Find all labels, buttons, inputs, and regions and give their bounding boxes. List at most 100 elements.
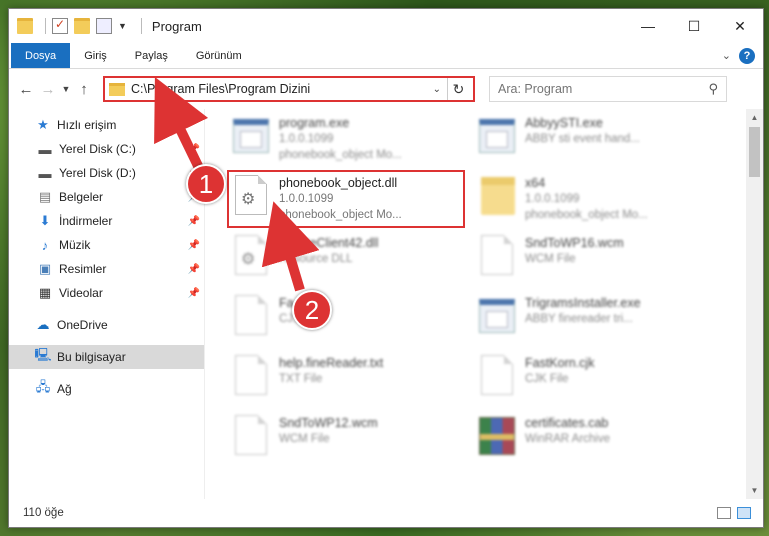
- tab-home[interactable]: Giriş: [70, 43, 121, 68]
- separator: [45, 18, 46, 34]
- sidebar-item-documents[interactable]: ▤ Belgeler 📌: [9, 185, 204, 209]
- file-name: help.fineReader.txt: [279, 356, 384, 370]
- address-bar[interactable]: C:\Program Files\Program Dizini ⌄ ↻: [103, 76, 475, 102]
- address-dropdown-icon[interactable]: ⌄: [427, 84, 447, 95]
- sidebar-item-local-disk-c[interactable]: ▬ Yerel Disk (C:) 📌: [9, 137, 204, 161]
- sidebar-item-network[interactable]: 🖧 Ağ: [9, 377, 204, 401]
- file-item[interactable]: AbbyySTI.exe ABBY sti event hand...: [477, 111, 713, 163]
- minimize-button[interactable]: —: [625, 9, 671, 43]
- step-2-callout: 2: [292, 290, 332, 330]
- sidebar-item-label: Ağ: [57, 382, 72, 396]
- status-bar: 110 öğe: [9, 499, 763, 527]
- sidebar-item-label: Bu bilgisayar: [57, 350, 126, 364]
- vertical-scrollbar[interactable]: ▲ ▼: [746, 109, 763, 499]
- file-item[interactable]: x64 1.0.0.1099 phonebook_object Mo...: [477, 171, 713, 223]
- sidebar-item-label: Videolar: [59, 286, 103, 300]
- file-description: ABBY finereader tri...: [525, 313, 633, 325]
- sidebar-item-videos[interactable]: ▦ Videolar 📌: [9, 281, 204, 305]
- file-item[interactable]: program.exe 1.0.0.1099 phonebook_object …: [231, 111, 467, 163]
- scroll-up-icon[interactable]: ▲: [746, 109, 763, 126]
- forward-button[interactable]: →: [37, 81, 59, 98]
- folder-icon: [477, 175, 517, 219]
- dll-icon: ⚙: [231, 235, 271, 279]
- file-item[interactable]: FastKorn.cjk CJK File: [477, 351, 713, 403]
- file-explorer-window: ▼ Program — ☐ ✕ Dosya Giriş Paylaş Görün…: [8, 8, 764, 528]
- file-name: TrigramsInstaller.exe: [525, 296, 641, 310]
- search-input[interactable]: [498, 82, 709, 96]
- tiles-view-icon[interactable]: [737, 507, 751, 519]
- sidebar-item-quick-access[interactable]: ★ Hızlı erişim: [9, 113, 204, 137]
- scroll-down-icon[interactable]: ▼: [746, 482, 763, 499]
- expand-ribbon-icon[interactable]: ⌄: [722, 49, 731, 62]
- cloud-icon: ☁: [36, 317, 50, 332]
- sidebar-item-onedrive[interactable]: ☁ OneDrive: [9, 313, 204, 337]
- navigation-pane: ★ Hızlı erişim ▬ Yerel Disk (C:) 📌 ▬ Yer…: [9, 109, 205, 499]
- exe-icon: [231, 115, 271, 159]
- documents-icon: ▤: [38, 189, 52, 204]
- file-version: 1.0.0.1099: [279, 133, 334, 145]
- view-switcher: [717, 507, 763, 519]
- title-bar: ▼ Program — ☐ ✕: [9, 9, 763, 43]
- pin-icon[interactable]: 📌: [188, 288, 200, 299]
- search-icon[interactable]: ⚲: [708, 81, 718, 97]
- main-area: ★ Hızlı erişim ▬ Yerel Disk (C:) 📌 ▬ Yer…: [9, 109, 763, 499]
- file-description: phonebook_object Mo...: [279, 149, 402, 161]
- refresh-icon[interactable]: ↻: [447, 78, 469, 100]
- tab-view[interactable]: Görünüm: [182, 43, 256, 68]
- recent-locations-icon[interactable]: ▼: [59, 84, 73, 94]
- computer-icon: 🖳: [34, 347, 52, 362]
- close-button[interactable]: ✕: [717, 9, 763, 43]
- network-icon: 🖧: [35, 379, 51, 394]
- file-type: CJK File: [525, 373, 569, 385]
- tab-file[interactable]: Dosya: [11, 43, 71, 68]
- file-item[interactable]: help.fineReader.txt TXT File: [231, 351, 467, 403]
- sidebar-item-label: Yerel Disk (D:): [59, 166, 136, 180]
- drive-icon: ▬: [38, 165, 52, 181]
- file-name: CreateClient42.dll: [279, 236, 379, 250]
- file-name: FastKorn.cjk: [525, 356, 595, 370]
- sidebar-item-label: Belgeler: [59, 190, 104, 204]
- file-name: AbbyySTI.exe: [525, 116, 603, 130]
- maximize-button[interactable]: ☐: [671, 9, 717, 43]
- file-item[interactable]: SndToWP12.wcm WCM File: [231, 411, 467, 463]
- file-item[interactable]: ⚙ CreateClient42.dll Resource DLL: [231, 231, 467, 283]
- file-icon: [477, 355, 517, 399]
- pin-icon[interactable]: 📌: [188, 264, 200, 275]
- address-path[interactable]: C:\Program Files\Program Dizini: [131, 82, 427, 96]
- sidebar-item-this-pc[interactable]: 🖳 Bu bilgisayar: [9, 345, 204, 369]
- tab-share[interactable]: Paylaş: [121, 43, 182, 68]
- back-button[interactable]: ←: [15, 81, 37, 98]
- sidebar-item-music[interactable]: ♪ Müzik 📌: [9, 233, 204, 257]
- item-count: 110 öğe: [23, 507, 64, 519]
- new-folder-icon[interactable]: [74, 18, 90, 34]
- pin-icon[interactable]: 📌: [188, 216, 200, 227]
- details-view-icon[interactable]: [717, 507, 731, 519]
- ribbon-tabs: Dosya Giriş Paylaş Görünüm ⌄ ?: [9, 43, 763, 69]
- sidebar-item-pictures[interactable]: ▣ Resimler 📌: [9, 257, 204, 281]
- properties-icon[interactable]: [52, 17, 68, 34]
- download-icon: ⬇: [39, 213, 51, 228]
- up-button[interactable]: ↑: [73, 81, 95, 98]
- help-icon[interactable]: ?: [739, 47, 755, 64]
- file-name: SndToWP16.wcm: [525, 236, 624, 250]
- view-options-icon[interactable]: [96, 18, 112, 34]
- file-type: WCM File: [525, 253, 576, 265]
- file-item[interactable]: SndToWP16.wcm WCM File: [477, 231, 713, 283]
- pin-icon[interactable]: 📌: [188, 144, 200, 155]
- sidebar-item-local-disk-d[interactable]: ▬ Yerel Disk (D:) 📌: [9, 161, 204, 185]
- drive-icon: ▬: [38, 141, 52, 157]
- music-icon: ♪: [41, 237, 49, 253]
- file-item[interactable]: certificates.cab WinRAR Archive: [477, 411, 713, 463]
- pin-icon[interactable]: 📌: [188, 240, 200, 251]
- quick-access-dropdown-icon[interactable]: ▼: [118, 21, 127, 31]
- scroll-thumb[interactable]: [749, 127, 760, 177]
- file-item[interactable]: Fa...t.cjk CJ...: [231, 291, 467, 343]
- file-item[interactable]: TrigramsInstaller.exe ABBY finereader tr…: [477, 291, 713, 343]
- sidebar-item-downloads[interactable]: ⬇ İndirmeler 📌: [9, 209, 204, 233]
- search-box[interactable]: ⚲: [489, 76, 727, 102]
- navigation-bar: ← → ▼ ↑ C:\Program Files\Program Dizini …: [9, 69, 763, 109]
- highlight-box: [227, 170, 465, 228]
